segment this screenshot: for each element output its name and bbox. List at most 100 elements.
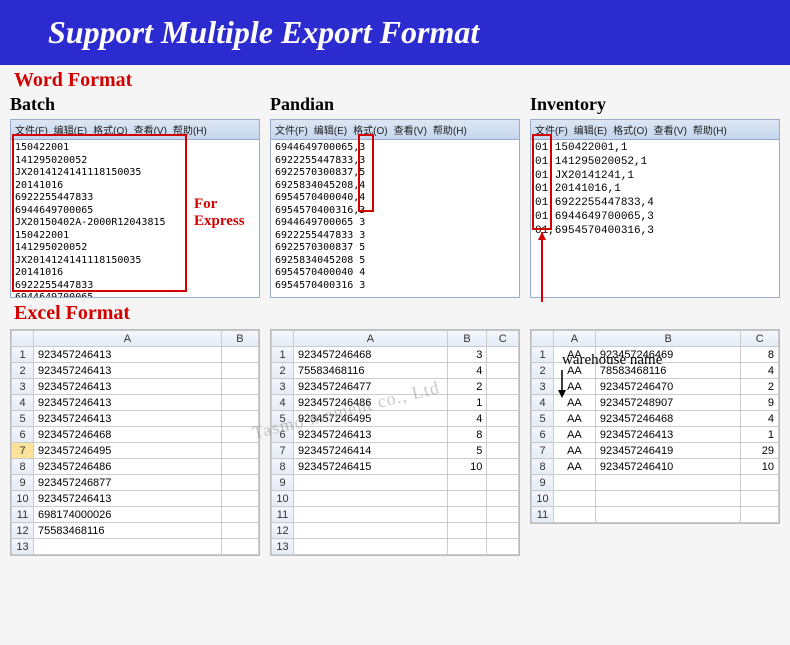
cell[interactable]: 9 — [741, 395, 779, 411]
cell[interactable]: 923457246468 — [294, 347, 448, 363]
cell[interactable]: AA — [554, 411, 596, 427]
row-number[interactable]: 9 — [12, 475, 34, 491]
cell[interactable]: 698174000026 — [34, 507, 222, 523]
row-number[interactable]: 2 — [272, 363, 294, 379]
cell[interactable] — [487, 539, 519, 555]
col-header[interactable]: A — [294, 331, 448, 347]
cell[interactable] — [294, 507, 448, 523]
menu-file[interactable]: 文件(F) — [275, 122, 308, 137]
cell[interactable]: 923457248907 — [595, 395, 741, 411]
row-number[interactable]: 13 — [272, 539, 294, 555]
row-number[interactable]: 7 — [272, 443, 294, 459]
row-number[interactable]: 1 — [12, 347, 34, 363]
cell[interactable] — [487, 475, 519, 491]
cell[interactable] — [294, 539, 448, 555]
cell[interactable] — [595, 507, 741, 523]
menu-help[interactable]: 帮助(H) — [433, 122, 467, 137]
cell[interactable]: 923457246877 — [34, 475, 222, 491]
cell[interactable] — [221, 539, 258, 555]
cell[interactable] — [554, 475, 596, 491]
cell[interactable] — [221, 459, 258, 475]
cell[interactable] — [221, 363, 258, 379]
cell[interactable]: AA — [554, 459, 596, 475]
menubar-pandian[interactable]: 文件(F) 编辑(E) 格式(O) 查看(V) 帮助(H) — [270, 119, 520, 140]
cell[interactable] — [447, 507, 487, 523]
cell[interactable] — [487, 491, 519, 507]
cell[interactable]: 923457246413 — [34, 491, 222, 507]
row-number[interactable]: 1 — [272, 347, 294, 363]
cell[interactable] — [487, 395, 519, 411]
excel-batch-table[interactable]: AB19234572464132923457246413392345724641… — [10, 329, 260, 556]
cell[interactable] — [221, 395, 258, 411]
row-number[interactable]: 5 — [532, 411, 554, 427]
col-header[interactable]: A — [554, 331, 596, 347]
cell[interactable] — [487, 443, 519, 459]
row-number[interactable]: 4 — [272, 395, 294, 411]
menu-help[interactable]: 帮助(H) — [693, 122, 727, 137]
cell[interactable] — [487, 427, 519, 443]
cell[interactable] — [221, 411, 258, 427]
col-header[interactable]: B — [221, 331, 258, 347]
row-number[interactable]: 3 — [12, 379, 34, 395]
cell[interactable]: 923457246413 — [34, 379, 222, 395]
cell[interactable]: 4 — [447, 411, 487, 427]
cell[interactable]: 923457246413 — [294, 427, 448, 443]
cell[interactable] — [447, 539, 487, 555]
cell[interactable] — [554, 507, 596, 523]
cell[interactable]: 2 — [447, 379, 487, 395]
cell[interactable] — [487, 507, 519, 523]
row-number[interactable]: 8 — [532, 459, 554, 475]
cell[interactable] — [221, 491, 258, 507]
cell[interactable] — [447, 491, 487, 507]
cell[interactable]: 923457246495 — [34, 443, 222, 459]
cell[interactable] — [554, 491, 596, 507]
cell[interactable]: 4 — [741, 411, 779, 427]
cell[interactable]: 923457246468 — [595, 411, 741, 427]
cell[interactable] — [447, 523, 487, 539]
row-number[interactable]: 13 — [12, 539, 34, 555]
cell[interactable]: AA — [554, 443, 596, 459]
col-header[interactable]: B — [595, 331, 741, 347]
col-header[interactable]: A — [34, 331, 222, 347]
row-number[interactable]: 3 — [272, 379, 294, 395]
menu-view[interactable]: 查看(V) — [394, 122, 427, 137]
menu-view[interactable]: 查看(V) — [654, 122, 687, 137]
row-number[interactable]: 1 — [532, 347, 554, 363]
row-number[interactable]: 4 — [12, 395, 34, 411]
cell[interactable] — [221, 427, 258, 443]
cell[interactable] — [294, 491, 448, 507]
cell[interactable]: 923457246413 — [34, 363, 222, 379]
cell[interactable] — [487, 379, 519, 395]
cell[interactable] — [741, 507, 779, 523]
cell[interactable]: 923457246415 — [294, 459, 448, 475]
cell[interactable] — [595, 491, 741, 507]
cell[interactable]: 4 — [447, 363, 487, 379]
cell[interactable]: 3 — [447, 347, 487, 363]
row-number[interactable]: 9 — [532, 475, 554, 491]
cell[interactable]: 923457246468 — [34, 427, 222, 443]
cell[interactable]: 923457246486 — [34, 459, 222, 475]
cell[interactable]: 923457246413 — [34, 411, 222, 427]
row-number[interactable]: 6 — [12, 427, 34, 443]
col-header[interactable] — [272, 331, 294, 347]
col-header[interactable]: C — [487, 331, 519, 347]
row-number[interactable]: 10 — [532, 491, 554, 507]
cell[interactable] — [487, 363, 519, 379]
cell[interactable]: AA — [554, 427, 596, 443]
col-header[interactable] — [12, 331, 34, 347]
row-number[interactable]: 3 — [532, 379, 554, 395]
cell[interactable] — [221, 475, 258, 491]
row-number[interactable]: 8 — [272, 459, 294, 475]
cell[interactable]: 4 — [741, 363, 779, 379]
cell[interactable]: 29 — [741, 443, 779, 459]
cell[interactable]: 75583468116 — [34, 523, 222, 539]
cell[interactable]: 923457246413 — [34, 347, 222, 363]
cell[interactable]: 1 — [741, 427, 779, 443]
cell[interactable]: 2 — [741, 379, 779, 395]
cell[interactable]: 923457246495 — [294, 411, 448, 427]
cell[interactable] — [221, 347, 258, 363]
cell[interactable] — [487, 459, 519, 475]
cell[interactable] — [447, 475, 487, 491]
menubar-inventory[interactable]: 文件(F) 编辑(E) 格式(O) 查看(V) 帮助(H) — [530, 119, 780, 140]
cell[interactable]: 8 — [447, 427, 487, 443]
